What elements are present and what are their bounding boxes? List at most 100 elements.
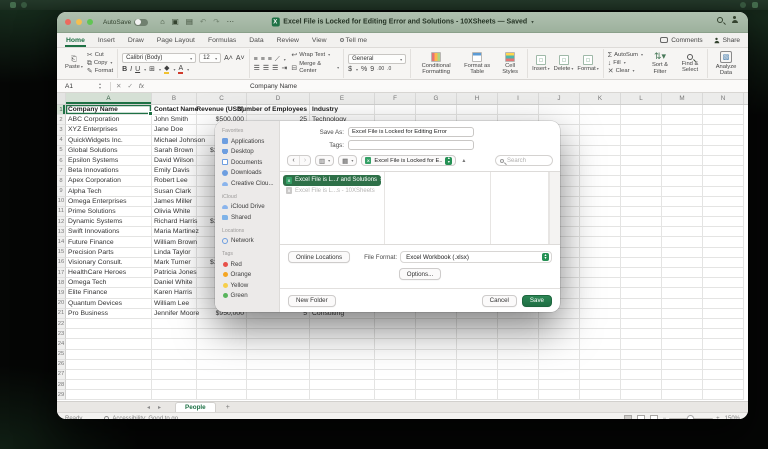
- folder-dropdown[interactable]: X Excel File is Locked for E... ▲▼: [361, 155, 456, 166]
- row-header-2[interactable]: 2: [57, 115, 66, 125]
- font-color-icon[interactable]: A: [178, 65, 183, 74]
- cell-K24[interactable]: [580, 339, 621, 349]
- cell-K10[interactable]: [580, 197, 621, 207]
- row-header-19[interactable]: 19: [57, 288, 66, 298]
- cell-B2[interactable]: John Smith: [152, 115, 197, 125]
- cell-F27[interactable]: [375, 370, 416, 380]
- cell-B12[interactable]: Richard Harris: [152, 217, 197, 227]
- cell-D24[interactable]: [247, 339, 310, 349]
- row-header-16[interactable]: 16: [57, 258, 66, 268]
- new-folder-button[interactable]: New Folder: [288, 295, 336, 307]
- cell-H1[interactable]: [457, 105, 498, 115]
- cell-K23[interactable]: [580, 329, 621, 339]
- cell-M15[interactable]: [662, 248, 703, 258]
- row-header-9[interactable]: 9: [57, 187, 66, 197]
- cell-M25[interactable]: [662, 350, 703, 360]
- account-icon[interactable]: [731, 16, 738, 23]
- cell-N24[interactable]: [703, 339, 744, 349]
- cell-A4[interactable]: QuickWidgets Inc.: [66, 136, 152, 146]
- align-center-icon[interactable]: ☰: [263, 65, 269, 72]
- cell-L15[interactable]: [621, 248, 662, 258]
- cell-B1[interactable]: Contact Name: [152, 105, 197, 115]
- cell-A11[interactable]: Prime Solutions: [66, 207, 152, 217]
- cell-E27[interactable]: [310, 370, 375, 380]
- cell-K4[interactable]: [580, 136, 621, 146]
- cell-L1[interactable]: [621, 105, 662, 115]
- cell-A10[interactable]: Omega Enterprises: [66, 197, 152, 207]
- cell-L14[interactable]: [621, 237, 662, 247]
- cell-F1[interactable]: [375, 105, 416, 115]
- cell-L24[interactable]: [621, 339, 662, 349]
- icon-view-button[interactable]: ▦▾: [338, 155, 357, 166]
- share-button[interactable]: Share: [713, 37, 740, 44]
- cut-button[interactable]: ✂Cut: [87, 52, 113, 59]
- cell-M12[interactable]: [662, 217, 703, 227]
- cell-N17[interactable]: [703, 268, 744, 278]
- row-header-3[interactable]: 3: [57, 125, 66, 135]
- currency-icon[interactable]: $: [348, 66, 352, 73]
- formula-value[interactable]: Company Name: [250, 83, 297, 90]
- browser-scrollbar[interactable]: [549, 172, 560, 244]
- orientation-icon[interactable]: ⟋: [275, 56, 280, 63]
- page-layout-view-icon[interactable]: [637, 415, 645, 419]
- cell-N25[interactable]: [703, 350, 744, 360]
- cell-N23[interactable]: [703, 329, 744, 339]
- cell-L27[interactable]: [621, 370, 662, 380]
- cell-N26[interactable]: [703, 360, 744, 370]
- cell-M17[interactable]: [662, 268, 703, 278]
- sort-filter-button[interactable]: ⇅▾ Sort & Filter: [647, 52, 673, 75]
- cell-J28[interactable]: [539, 380, 580, 390]
- cell-M21[interactable]: [662, 309, 703, 319]
- borders-icon[interactable]: ⊞: [149, 66, 155, 73]
- cell-K3[interactable]: [580, 125, 621, 135]
- sidebar-item-shared[interactable]: Shared: [222, 212, 279, 223]
- cell-N27[interactable]: [703, 370, 744, 380]
- cell-N9[interactable]: [703, 187, 744, 197]
- autosum-button[interactable]: ΣAutoSum▾: [608, 52, 643, 59]
- row-header-22[interactable]: 22: [57, 319, 66, 329]
- cell-A5[interactable]: Global Solutions: [66, 146, 152, 156]
- sidebar-item-icloud-drive[interactable]: iCloud Drive: [222, 202, 279, 213]
- cell-E22[interactable]: [310, 319, 375, 329]
- cell-I24[interactable]: [498, 339, 539, 349]
- sidebar-item-network[interactable]: Network: [222, 236, 279, 247]
- cell-M10[interactable]: [662, 197, 703, 207]
- cell-K26[interactable]: [580, 360, 621, 370]
- cell-G23[interactable]: [416, 329, 457, 339]
- cell-H22[interactable]: [457, 319, 498, 329]
- decrease-decimal-icon[interactable]: .0: [387, 67, 391, 72]
- format-cells-button[interactable]: Format▾: [577, 55, 598, 72]
- redo-icon[interactable]: ↷: [213, 18, 219, 26]
- format-painter-button[interactable]: ✎Format: [87, 68, 113, 75]
- cell-K5[interactable]: [580, 146, 621, 156]
- save-as-input[interactable]: Excel File is Locked for Editing Error: [348, 127, 474, 137]
- analyze-data-button[interactable]: ▧ Analyze Data: [712, 51, 740, 77]
- cell-A22[interactable]: [66, 319, 152, 329]
- cell-B24[interactable]: [152, 339, 197, 349]
- tab-home[interactable]: Home: [65, 34, 86, 46]
- cell-J26[interactable]: [539, 360, 580, 370]
- column-header-D[interactable]: D: [247, 93, 310, 104]
- column-header-N[interactable]: N: [703, 93, 744, 104]
- cell-M3[interactable]: [662, 125, 703, 135]
- row-header-29[interactable]: 29: [57, 390, 66, 400]
- align-middle-icon[interactable]: ≡: [261, 56, 265, 63]
- zoom-out-icon[interactable]: −: [663, 416, 667, 420]
- cell-M1[interactable]: [662, 105, 703, 115]
- print-icon[interactable]: ▤: [186, 18, 193, 26]
- cell-A15[interactable]: Precision Parts: [66, 248, 152, 258]
- cell-M2[interactable]: [662, 115, 703, 125]
- cell-D22[interactable]: [247, 319, 310, 329]
- normal-view-icon[interactable]: [624, 415, 632, 419]
- cell-E1[interactable]: Industry: [310, 105, 375, 115]
- cell-L6[interactable]: [621, 156, 662, 166]
- cell-N16[interactable]: [703, 258, 744, 268]
- font-size-select[interactable]: 12▾: [199, 53, 221, 63]
- sidebar-item-documents[interactable]: Documents: [222, 157, 279, 168]
- row-header-8[interactable]: 8: [57, 176, 66, 186]
- cell-B15[interactable]: Linda Taylor: [152, 248, 197, 258]
- cell-B20[interactable]: William Lee: [152, 299, 197, 309]
- sidebar-item-red[interactable]: Red: [222, 259, 279, 270]
- tab-tell-me[interactable]: Tell me: [339, 34, 369, 46]
- tab-review[interactable]: Review: [276, 34, 300, 46]
